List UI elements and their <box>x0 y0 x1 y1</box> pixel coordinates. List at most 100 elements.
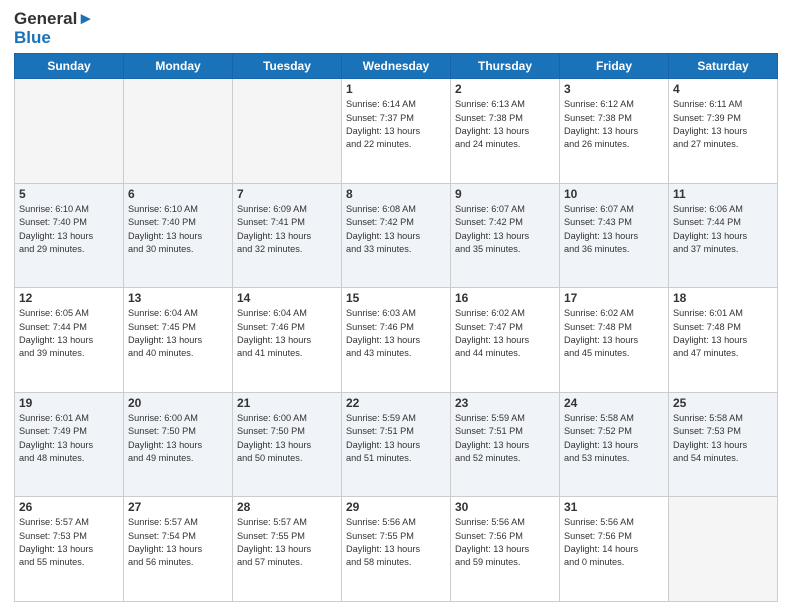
calendar-cell: 4Sunrise: 6:11 AM Sunset: 7:39 PM Daylig… <box>669 79 778 184</box>
day-number: 25 <box>673 396 773 410</box>
calendar-cell: 31 Sunrise: 5:56 AM Sunset: 7:56 PM Dayli… <box>560 497 669 602</box>
day-info: Sunrise: 6:13 AM Sunset: 7:38 PM Dayligh… <box>455 98 555 151</box>
day-info: Sunrise: 5:58 AM Sunset: 7:53 PM Dayligh… <box>673 412 773 465</box>
day-info: Sunrise: 6:14 AM Sunset: 7:37 PM Dayligh… <box>346 98 446 151</box>
day-info: Sunrise: 6:00 AM Sunset: 7:50 PM Dayligh… <box>237 412 337 465</box>
day-info: Sunrise: 6:06 AM Sunset: 7:44 PM Dayligh… <box>673 203 773 256</box>
day-info: Sunrise: 6:03 AM Sunset: 7:46 PM Dayligh… <box>346 307 446 360</box>
calendar-cell: 16 Sunrise: 6:02 AM Sunset: 7:47 PM Dayli… <box>451 288 560 393</box>
calendar-cell: 27 Sunrise: 5:57 AM Sunset: 7:54 PM Dayli… <box>124 497 233 602</box>
day-number: 20 <box>128 396 228 410</box>
header: General► Blue <box>14 10 778 47</box>
day-number: 14 <box>237 291 337 305</box>
day-number: 1 <box>346 82 446 96</box>
day-number: 31 <box>564 500 664 514</box>
day-info: Sunrise: 6:02 AM Sunset: 7:47 PM Dayligh… <box>455 307 555 360</box>
day-number: 15 <box>346 291 446 305</box>
calendar-cell: 12 Sunrise: 6:05 AM Sunset: 7:44 PM Dayli… <box>15 288 124 393</box>
calendar-cell: 14 Sunrise: 6:04 AM Sunset: 7:46 PM Dayli… <box>233 288 342 393</box>
calendar-cell: 5 Sunrise: 6:10 AM Sunset: 7:40 PM Daylig… <box>15 183 124 288</box>
day-number: 21 <box>237 396 337 410</box>
day-info: Sunrise: 6:04 AM Sunset: 7:46 PM Dayligh… <box>237 307 337 360</box>
day-info: Sunrise: 6:10 AM Sunset: 7:40 PM Dayligh… <box>128 203 228 256</box>
day-number: 12 <box>19 291 119 305</box>
day-info: Sunrise: 5:57 AM Sunset: 7:54 PM Dayligh… <box>128 516 228 569</box>
weekday-header-row: SundayMondayTuesdayWednesdayThursdayFrid… <box>15 54 778 79</box>
calendar-week-row: 19 Sunrise: 6:01 AM Sunset: 7:49 PM Dayli… <box>15 392 778 497</box>
day-number: 23 <box>455 396 555 410</box>
calendar-cell: 6 Sunrise: 6:10 AM Sunset: 7:40 PM Daylig… <box>124 183 233 288</box>
day-info: Sunrise: 6:02 AM Sunset: 7:48 PM Dayligh… <box>564 307 664 360</box>
calendar-cell: 15 Sunrise: 6:03 AM Sunset: 7:46 PM Dayli… <box>342 288 451 393</box>
day-number: 5 <box>19 187 119 201</box>
weekday-header-saturday: Saturday <box>669 54 778 79</box>
day-info: Sunrise: 5:57 AM Sunset: 7:55 PM Dayligh… <box>237 516 337 569</box>
calendar-cell: 8 Sunrise: 6:08 AM Sunset: 7:42 PM Daylig… <box>342 183 451 288</box>
calendar-cell: 3 Sunrise: 6:12 AM Sunset: 7:38 PM Daylig… <box>560 79 669 184</box>
calendar-cell: 13 Sunrise: 6:04 AM Sunset: 7:45 PM Dayli… <box>124 288 233 393</box>
calendar-cell: 19 Sunrise: 6:01 AM Sunset: 7:49 PM Dayli… <box>15 392 124 497</box>
day-number: 26 <box>19 500 119 514</box>
calendar-week-row: 5 Sunrise: 6:10 AM Sunset: 7:40 PM Daylig… <box>15 183 778 288</box>
day-number: 24 <box>564 396 664 410</box>
calendar-cell: 10 Sunrise: 6:07 AM Sunset: 7:43 PM Dayli… <box>560 183 669 288</box>
calendar-cell: 17Sunrise: 6:02 AM Sunset: 7:48 PM Dayli… <box>560 288 669 393</box>
day-number: 6 <box>128 187 228 201</box>
calendar-cell: 1 Sunrise: 6:14 AM Sunset: 7:37 PM Daylig… <box>342 79 451 184</box>
calendar-week-row: 1 Sunrise: 6:14 AM Sunset: 7:37 PM Daylig… <box>15 79 778 184</box>
calendar-cell <box>124 79 233 184</box>
calendar-cell: 9 Sunrise: 6:07 AM Sunset: 7:42 PM Daylig… <box>451 183 560 288</box>
calendar-cell <box>15 79 124 184</box>
day-info: Sunrise: 6:04 AM Sunset: 7:45 PM Dayligh… <box>128 307 228 360</box>
calendar-cell: 26 Sunrise: 5:57 AM Sunset: 7:53 PM Dayli… <box>15 497 124 602</box>
day-number: 13 <box>128 291 228 305</box>
day-info: Sunrise: 5:56 AM Sunset: 7:56 PM Dayligh… <box>564 516 664 569</box>
day-number: 27 <box>128 500 228 514</box>
calendar-cell: 24Sunrise: 5:58 AM Sunset: 7:52 PM Dayli… <box>560 392 669 497</box>
day-info: Sunrise: 6:07 AM Sunset: 7:43 PM Dayligh… <box>564 203 664 256</box>
day-info: Sunrise: 6:07 AM Sunset: 7:42 PM Dayligh… <box>455 203 555 256</box>
weekday-header-tuesday: Tuesday <box>233 54 342 79</box>
weekday-header-sunday: Sunday <box>15 54 124 79</box>
day-info: Sunrise: 6:01 AM Sunset: 7:49 PM Dayligh… <box>19 412 119 465</box>
day-number: 28 <box>237 500 337 514</box>
weekday-header-monday: Monday <box>124 54 233 79</box>
day-number: 10 <box>564 187 664 201</box>
day-number: 30 <box>455 500 555 514</box>
day-number: 16 <box>455 291 555 305</box>
day-info: Sunrise: 6:00 AM Sunset: 7:50 PM Dayligh… <box>128 412 228 465</box>
day-info: Sunrise: 6:10 AM Sunset: 7:40 PM Dayligh… <box>19 203 119 256</box>
day-number: 9 <box>455 187 555 201</box>
day-info: Sunrise: 6:01 AM Sunset: 7:48 PM Dayligh… <box>673 307 773 360</box>
calendar-cell: 11Sunrise: 6:06 AM Sunset: 7:44 PM Dayli… <box>669 183 778 288</box>
calendar-week-row: 26 Sunrise: 5:57 AM Sunset: 7:53 PM Dayli… <box>15 497 778 602</box>
day-number: 2 <box>455 82 555 96</box>
calendar-cell: 23Sunrise: 5:59 AM Sunset: 7:51 PM Dayli… <box>451 392 560 497</box>
day-info: Sunrise: 5:59 AM Sunset: 7:51 PM Dayligh… <box>346 412 446 465</box>
weekday-header-friday: Friday <box>560 54 669 79</box>
day-info: Sunrise: 6:12 AM Sunset: 7:38 PM Dayligh… <box>564 98 664 151</box>
day-number: 29 <box>346 500 446 514</box>
day-info: Sunrise: 5:56 AM Sunset: 7:56 PM Dayligh… <box>455 516 555 569</box>
day-number: 8 <box>346 187 446 201</box>
day-number: 3 <box>564 82 664 96</box>
calendar-week-row: 12 Sunrise: 6:05 AM Sunset: 7:44 PM Dayli… <box>15 288 778 393</box>
day-info: Sunrise: 6:05 AM Sunset: 7:44 PM Dayligh… <box>19 307 119 360</box>
calendar-cell: 2 Sunrise: 6:13 AM Sunset: 7:38 PM Daylig… <box>451 79 560 184</box>
calendar-cell <box>233 79 342 184</box>
day-number: 7 <box>237 187 337 201</box>
calendar-cell: 7Sunrise: 6:09 AM Sunset: 7:41 PM Daylig… <box>233 183 342 288</box>
day-number: 4 <box>673 82 773 96</box>
day-info: Sunrise: 6:08 AM Sunset: 7:42 PM Dayligh… <box>346 203 446 256</box>
calendar-cell: 29Sunrise: 5:56 AM Sunset: 7:55 PM Dayli… <box>342 497 451 602</box>
logo-text: General► Blue <box>14 10 94 47</box>
calendar-cell: 30 Sunrise: 5:56 AM Sunset: 7:56 PM Dayli… <box>451 497 560 602</box>
calendar-cell <box>669 497 778 602</box>
weekday-header-wednesday: Wednesday <box>342 54 451 79</box>
day-info: Sunrise: 5:57 AM Sunset: 7:53 PM Dayligh… <box>19 516 119 569</box>
calendar-cell: 18 Sunrise: 6:01 AM Sunset: 7:48 PM Dayli… <box>669 288 778 393</box>
day-number: 19 <box>19 396 119 410</box>
day-number: 18 <box>673 291 773 305</box>
calendar-cell: 25 Sunrise: 5:58 AM Sunset: 7:53 PM Dayli… <box>669 392 778 497</box>
calendar-cell: 21 Sunrise: 6:00 AM Sunset: 7:50 PM Dayli… <box>233 392 342 497</box>
